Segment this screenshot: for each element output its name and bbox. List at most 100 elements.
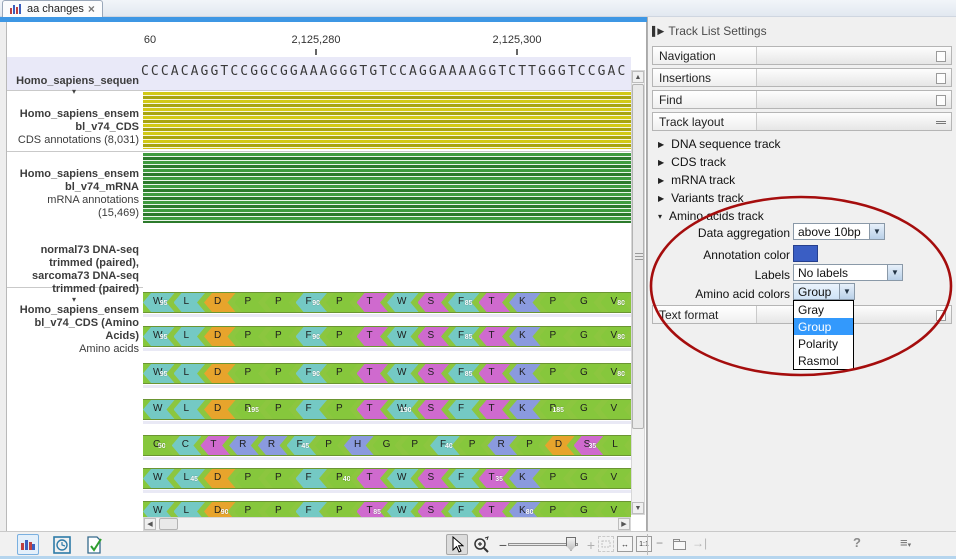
amino-acid-segment[interactable]: D bbox=[204, 469, 236, 488]
detach-group-icon[interactable] bbox=[936, 95, 946, 106]
amino-acid-segment[interactable]: G bbox=[570, 469, 602, 488]
amino-acid-segment[interactable]: K bbox=[509, 364, 541, 383]
dropdown-option-polarity[interactable]: Polarity bbox=[794, 335, 853, 352]
amino-acid-segment[interactable]: T bbox=[357, 293, 389, 312]
panel-minimize-icon[interactable]: − bbox=[656, 536, 663, 550]
amino-acid-segment[interactable]: P bbox=[235, 502, 267, 517]
amino-acid-segment[interactable]: F85 bbox=[448, 327, 480, 346]
amino-acid-segment[interactable]: W190 bbox=[387, 400, 419, 419]
chevron-right-icon[interactable]: ▶ bbox=[658, 194, 664, 203]
amino-acid-segment[interactable]: K bbox=[509, 327, 541, 346]
dropdown-option-rasmol[interactable]: Rasmol bbox=[794, 352, 853, 369]
amino-acid-segment[interactable]: S bbox=[418, 502, 450, 517]
track-label-mrna[interactable]: Homo_sapiens_ensem bl_v74_mRNA mRNA anno… bbox=[9, 155, 139, 233]
chevron-right-icon[interactable]: ▶ bbox=[658, 140, 664, 149]
panel-header[interactable]: ▌▶ Track List Settings bbox=[652, 24, 767, 38]
amino-acid-segment[interactable]: L bbox=[174, 364, 206, 383]
amino-acid-segment[interactable]: V80 bbox=[601, 327, 632, 346]
group-insertions[interactable]: Insertions bbox=[652, 68, 952, 87]
amino-acid-segment[interactable]: V bbox=[601, 469, 632, 488]
amino-acid-segment[interactable]: W bbox=[387, 293, 419, 312]
tab-aa-changes[interactable]: aa changes × bbox=[2, 0, 103, 17]
amino-acid-segment[interactable]: G bbox=[570, 364, 602, 383]
amino-acid-segment[interactable]: P bbox=[235, 364, 267, 383]
amino-acid-segment[interactable]: T bbox=[200, 436, 230, 455]
chevron-down-icon[interactable]: ▾ bbox=[658, 212, 662, 221]
chevron-right-icon[interactable]: ▶ bbox=[658, 176, 664, 185]
amino-acid-segment[interactable]: T bbox=[357, 400, 389, 419]
amino-acid-segment[interactable]: S bbox=[418, 400, 450, 419]
folder-icon[interactable] bbox=[673, 541, 686, 550]
amino-acid-segment[interactable]: W bbox=[387, 469, 419, 488]
dropdown-option-group[interactable]: Group bbox=[794, 318, 853, 335]
track-label-cds[interactable]: Homo_sapiens_ensem bl_v74_CDS CDS annota… bbox=[9, 95, 139, 160]
amino-acid-segment[interactable]: G bbox=[570, 327, 602, 346]
mrna-annotations-track[interactable] bbox=[143, 153, 631, 223]
amino-acid-segment[interactable]: K bbox=[509, 293, 541, 312]
amino-acid-segment[interactable]: F bbox=[448, 469, 480, 488]
amino-acid-segment[interactable]: V80 bbox=[601, 364, 632, 383]
amino-acid-segment[interactable]: F90 bbox=[296, 327, 328, 346]
amino-acid-segment[interactable]: P bbox=[540, 327, 572, 346]
amino-acid-segment[interactable]: T bbox=[479, 502, 511, 517]
amino-acid-segment[interactable]: R bbox=[487, 436, 517, 455]
amino-acid-segment[interactable]: W bbox=[387, 327, 419, 346]
zoom-100-button[interactable]: 1:1 bbox=[636, 536, 652, 552]
horizontal-scrollbar[interactable]: ◀ ▶ bbox=[143, 517, 631, 531]
amino-acid-segment[interactable]: S35 bbox=[574, 436, 604, 455]
amino-acid-segment[interactable]: K bbox=[509, 469, 541, 488]
amino-acid-segment[interactable]: P bbox=[326, 364, 358, 383]
amino-acid-segment[interactable]: P185 bbox=[540, 400, 572, 419]
amino-acid-segment[interactable]: T bbox=[357, 364, 389, 383]
amino-acid-segment[interactable]: T35 bbox=[479, 469, 511, 488]
amino-acid-segment[interactable]: L45 bbox=[174, 469, 206, 488]
amino-acid-segment[interactable]: P bbox=[540, 469, 572, 488]
scroll-right-button[interactable]: ▶ bbox=[618, 518, 630, 530]
amino-acid-segment[interactable]: F bbox=[296, 502, 328, 517]
amino-acid-segment[interactable]: S bbox=[418, 364, 450, 383]
group-find[interactable]: Find bbox=[652, 90, 952, 109]
amino-acid-segment[interactable]: T bbox=[479, 327, 511, 346]
horizontal-scroll-thumb[interactable] bbox=[159, 518, 178, 530]
amino-acid-segment[interactable]: P bbox=[315, 436, 345, 455]
amino-acid-segment[interactable]: D bbox=[545, 436, 575, 455]
amino-acid-segment[interactable]: P bbox=[326, 502, 358, 517]
track-layout-item-variants-track[interactable]: ▶Variants track bbox=[658, 191, 744, 205]
amino-acid-segment[interactable]: D bbox=[204, 293, 236, 312]
amino-acid-segment[interactable]: P bbox=[540, 502, 572, 517]
amino-acid-segment[interactable]: C bbox=[172, 436, 202, 455]
group-track-layout[interactable]: Track layout bbox=[652, 112, 952, 131]
amino-acid-segment[interactable]: T bbox=[479, 364, 511, 383]
history-view-button[interactable] bbox=[51, 534, 73, 555]
cds-annotations-track[interactable] bbox=[143, 92, 631, 149]
amino-acid-segment[interactable]: P bbox=[459, 436, 489, 455]
amino-acid-segment[interactable]: P bbox=[326, 400, 358, 419]
track-layout-item-cds-track[interactable]: ▶CDS track bbox=[658, 155, 726, 169]
amino-acid-segment[interactable]: L bbox=[174, 327, 206, 346]
fit-width-button[interactable]: ↔ bbox=[617, 536, 633, 552]
amino-acid-segment[interactable]: T bbox=[479, 400, 511, 419]
amino-acid-segment[interactable]: V bbox=[601, 400, 632, 419]
track-list-view-button[interactable] bbox=[17, 534, 39, 555]
amino-acid-segment[interactable]: P bbox=[265, 502, 297, 517]
amino-acid-segment[interactable]: L bbox=[174, 293, 206, 312]
data-aggregation-select[interactable]: above 10bp ▼ bbox=[793, 223, 885, 240]
amino-acid-segment[interactable]: V80 bbox=[601, 293, 632, 312]
detach-group-icon[interactable] bbox=[936, 73, 946, 84]
amino-acid-segment[interactable]: P40 bbox=[326, 469, 358, 488]
scroll-up-button[interactable]: ▲ bbox=[632, 71, 644, 83]
amino-acid-segment[interactable]: F bbox=[448, 400, 480, 419]
amino-acid-segment[interactable]: P bbox=[516, 436, 546, 455]
track-label-amino-acids[interactable]: Homo_sapiens_ensem bl_v74_CDS (Amino Aci… bbox=[9, 291, 139, 369]
amino-acid-segment[interactable]: T bbox=[357, 327, 389, 346]
amino-acid-segment[interactable]: P bbox=[326, 327, 358, 346]
amino-acid-segment[interactable]: L bbox=[174, 502, 206, 517]
amino-acid-segment[interactable]: P bbox=[540, 293, 572, 312]
amino-acid-segment[interactable]: F40 bbox=[430, 436, 460, 455]
amino-acid-segment[interactable]: F bbox=[448, 502, 480, 517]
amino-acid-segment[interactable]: P bbox=[265, 364, 297, 383]
amino-acid-segment[interactable]: R bbox=[258, 436, 288, 455]
amino-acid-segment[interactable]: D bbox=[204, 327, 236, 346]
amino-acid-segment[interactable]: P bbox=[326, 293, 358, 312]
amino-acid-segment[interactable]: T bbox=[357, 469, 389, 488]
